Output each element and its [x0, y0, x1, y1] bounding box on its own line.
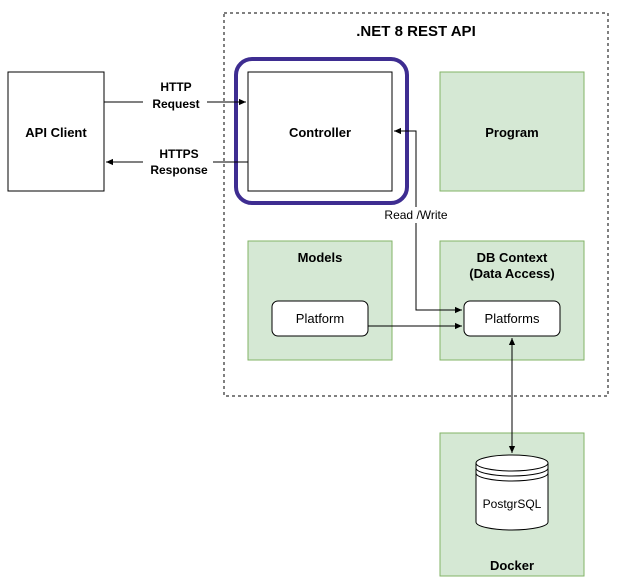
response-label-line2: Response: [150, 163, 208, 177]
models-title: Models: [298, 250, 343, 265]
database-icon: [475, 454, 549, 531]
read-write-label: Read /Write: [384, 208, 447, 222]
architecture-diagram: .NET 8 REST API API Client Controller Pr…: [7, 12, 609, 577]
request-label-line1: HTTP: [160, 80, 191, 94]
database-label: PostgrSQL: [483, 497, 542, 511]
docker-label: Docker: [490, 558, 534, 573]
platform-model-label: Platform: [296, 311, 344, 326]
api-title: .NET 8 REST API: [356, 23, 475, 40]
db-context-title-line2: (Data Access): [469, 266, 555, 281]
platforms-label: Platforms: [485, 311, 540, 326]
response-label-line1: HTTPS: [159, 147, 198, 161]
program-label: Program: [485, 125, 538, 140]
request-label-line2: Request: [152, 97, 199, 111]
controller-label: Controller: [289, 125, 351, 140]
db-context-title-line1: DB Context: [477, 250, 548, 265]
api-client-label: API Client: [25, 125, 87, 140]
